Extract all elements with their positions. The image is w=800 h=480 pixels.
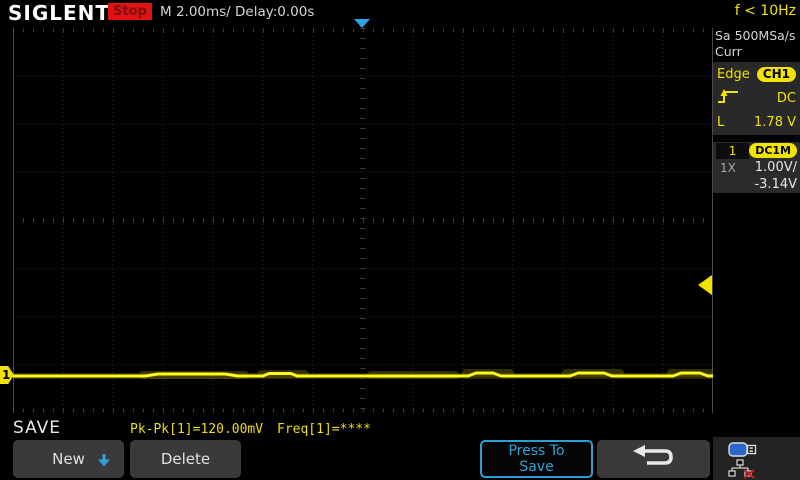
- delete-button-label: Delete: [160, 450, 211, 468]
- trigger-source-badge: CH1: [756, 66, 796, 82]
- ch1-trace: [13, 369, 713, 379]
- trigger-position-marker[interactable]: [354, 19, 370, 28]
- channel1-probe-attenuation: 1X: [720, 160, 736, 175]
- timebase-readout: M 2.00ms/ Delay:0.00s: [160, 4, 315, 20]
- trigger-level-marker[interactable]: [698, 275, 712, 295]
- sample-rate: Sa 500MSa/s: [715, 28, 796, 43]
- channel1-offset: -3.14V: [754, 177, 797, 192]
- dropdown-arrow-icon: [98, 453, 110, 471]
- press-to-save-button[interactable]: Press To Save: [480, 440, 593, 478]
- rising-edge-icon: [717, 87, 739, 109]
- new-button[interactable]: New: [13, 440, 124, 478]
- save-button-label-line2: Save: [519, 459, 554, 475]
- channel1-info-box[interactable]: 1 DC1M 1X 1.00V/ -3.14V: [713, 142, 800, 193]
- trigger-coupling: DC: [776, 90, 796, 106]
- trigger-info-box[interactable]: Edge CH1 DC L 1.78 V: [713, 62, 800, 135]
- channel1-position-marker[interactable]: 1: [0, 366, 14, 384]
- return-arrow-icon: [631, 444, 677, 474]
- waveform-display-area: [13, 28, 713, 413]
- usb-device-icon: [728, 442, 757, 457]
- new-button-label: New: [52, 450, 85, 468]
- return-button[interactable]: [597, 440, 710, 478]
- channel1-coupling-badge: DC1M: [749, 143, 797, 158]
- lan-disconnected-icon: [728, 459, 755, 479]
- oscilloscope-screen: SIGLENT Stop M 2.00ms/ Delay:0.00s f < 1…: [0, 0, 800, 480]
- status-icon-panel: [713, 437, 800, 480]
- measurement-pkpk: Pk-Pk[1]=120.00mV: [130, 422, 264, 437]
- save-button-label-line1: Press To: [508, 443, 565, 459]
- measurement-freq: Freq[1]=****: [277, 422, 371, 437]
- delete-button[interactable]: Delete: [130, 440, 241, 478]
- trigger-type: Edge: [717, 66, 750, 82]
- trigger-level-value: 1.78 V: [754, 114, 796, 130]
- brand-logo: SIGLENT: [8, 1, 111, 25]
- frequency-counter: f < 10Hz: [734, 3, 796, 19]
- channel1-number: 1: [716, 142, 750, 159]
- trigger-level-label: L: [717, 114, 725, 130]
- menu-title: SAVE: [13, 418, 62, 438]
- acquisition-status-badge[interactable]: Stop: [108, 3, 152, 20]
- channel1-volts-per-div: 1.00V/: [754, 160, 797, 175]
